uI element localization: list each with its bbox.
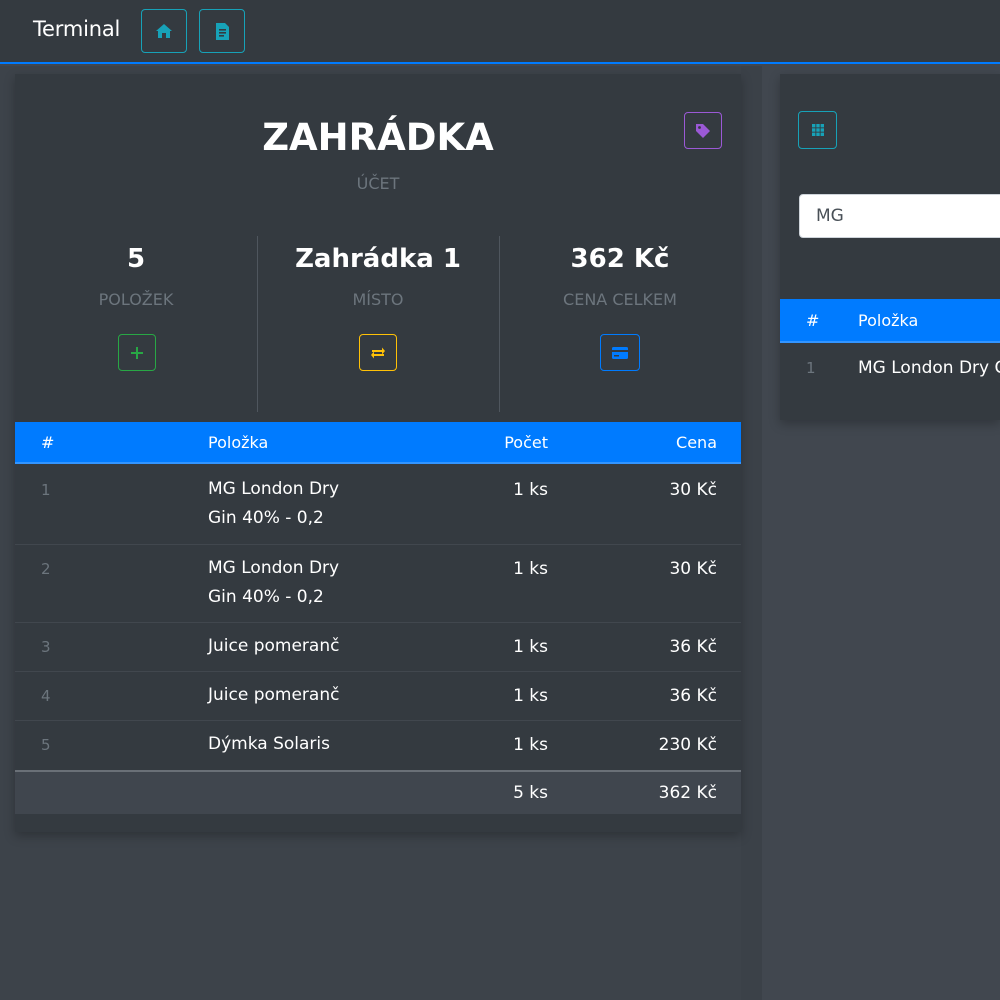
order-table-footer: 5 ks 362 Kč	[15, 770, 741, 814]
row-index: 3	[41, 638, 51, 656]
header-item: Položka	[208, 433, 269, 452]
row-item-name: MG London Dry Gin	[858, 358, 1000, 378]
header-index: #	[41, 433, 55, 452]
tag-button[interactable]	[684, 112, 722, 149]
total-price-label: CENA CELKEM	[563, 290, 677, 309]
row-item-name: Dýmka Solaris	[208, 734, 330, 754]
table-row[interactable]: 1 MG London Dry Gin 40% - 0,2 1 ks 30 Kč	[15, 466, 741, 544]
items-count-value: 5	[126, 244, 146, 274]
home-button[interactable]	[141, 9, 187, 53]
change-location-button[interactable]	[359, 334, 397, 371]
row-index: 1	[41, 481, 51, 499]
search-result-row[interactable]: 1 MG London Dry Gin	[780, 345, 1000, 395]
tag-icon	[696, 123, 710, 138]
row-qty: 1 ks	[513, 637, 548, 657]
items-count-label: POLOŽEK	[98, 290, 174, 309]
stat-items-count: 5 POLOŽEK	[15, 244, 257, 414]
row-item-name: Juice pomeranč	[208, 685, 340, 705]
row-price: 30 Kč	[669, 559, 717, 579]
search-results-header: # Položka	[780, 299, 1000, 343]
stat-location: Zahrádka 1 MÍSTO	[257, 244, 499, 414]
row-item-name: MG London Dry Gin 40% - 0,2	[208, 558, 340, 607]
row-item-name: MG London Dry Gin 40% - 0,2	[208, 479, 340, 528]
product-search-input[interactable]	[799, 194, 1000, 238]
account-title: ZAHRÁDKA	[262, 116, 494, 159]
table-row[interactable]: 4 Juice pomeranč 1 ks 36 Kč	[15, 671, 741, 720]
header-item: Položka	[858, 311, 919, 330]
row-price: 36 Kč	[669, 637, 717, 657]
location-value: Zahrádka 1	[295, 244, 461, 274]
header-price: Cena	[676, 433, 717, 452]
receipt-icon	[215, 22, 229, 40]
swap-icon	[371, 347, 385, 358]
pay-button[interactable]	[600, 334, 640, 371]
header-qty: Počet	[504, 433, 548, 452]
row-index: 4	[41, 687, 51, 705]
row-price: 30 Kč	[669, 480, 717, 500]
order-table-header: # Položka Počet Cena	[15, 422, 741, 464]
row-index: 2	[41, 560, 51, 578]
account-subtitle: ÚČET	[356, 174, 400, 193]
header-index: #	[806, 311, 820, 330]
account-card: ZAHRÁDKA ÚČET 5 POLOŽEK Zahrádka 1 MÍSTO	[15, 74, 741, 832]
category-grid-button[interactable]	[798, 111, 837, 149]
total-price-value: 362 Kč	[570, 244, 670, 274]
row-qty: 1 ks	[513, 480, 548, 500]
row-qty: 1 ks	[513, 559, 548, 579]
stat-total-price: 362 Kč CENA CELKEM	[499, 244, 741, 414]
row-qty: 1 ks	[513, 735, 548, 755]
add-item-button[interactable]	[118, 334, 156, 371]
brand-title[interactable]: Terminal	[33, 17, 120, 41]
row-price: 230 Kč	[658, 735, 717, 755]
product-search-card: # Položka 1 MG London Dry Gin	[780, 74, 1000, 420]
plus-icon	[131, 346, 143, 359]
location-label: MÍSTO	[352, 290, 404, 309]
column-gutter	[741, 66, 762, 1000]
table-row[interactable]: 3 Juice pomeranč 1 ks 36 Kč	[15, 622, 741, 671]
table-row[interactable]: 2 MG London Dry Gin 40% - 0,2 1 ks 30 Kč	[15, 544, 741, 622]
row-index: 1	[806, 359, 816, 377]
receipt-button[interactable]	[199, 9, 245, 53]
row-qty: 1 ks	[513, 686, 548, 706]
row-price: 36 Kč	[669, 686, 717, 706]
footer-total-qty: 5 ks	[513, 783, 548, 803]
top-navbar: Terminal	[0, 0, 1000, 64]
credit-card-icon	[612, 346, 628, 359]
grid-icon	[811, 124, 824, 136]
row-index: 5	[41, 736, 51, 754]
table-row[interactable]: 5 Dýmka Solaris 1 ks 230 Kč	[15, 720, 741, 770]
row-item-name: Juice pomeranč	[208, 636, 340, 656]
home-icon	[156, 24, 172, 38]
footer-total-price: 362 Kč	[658, 783, 717, 803]
